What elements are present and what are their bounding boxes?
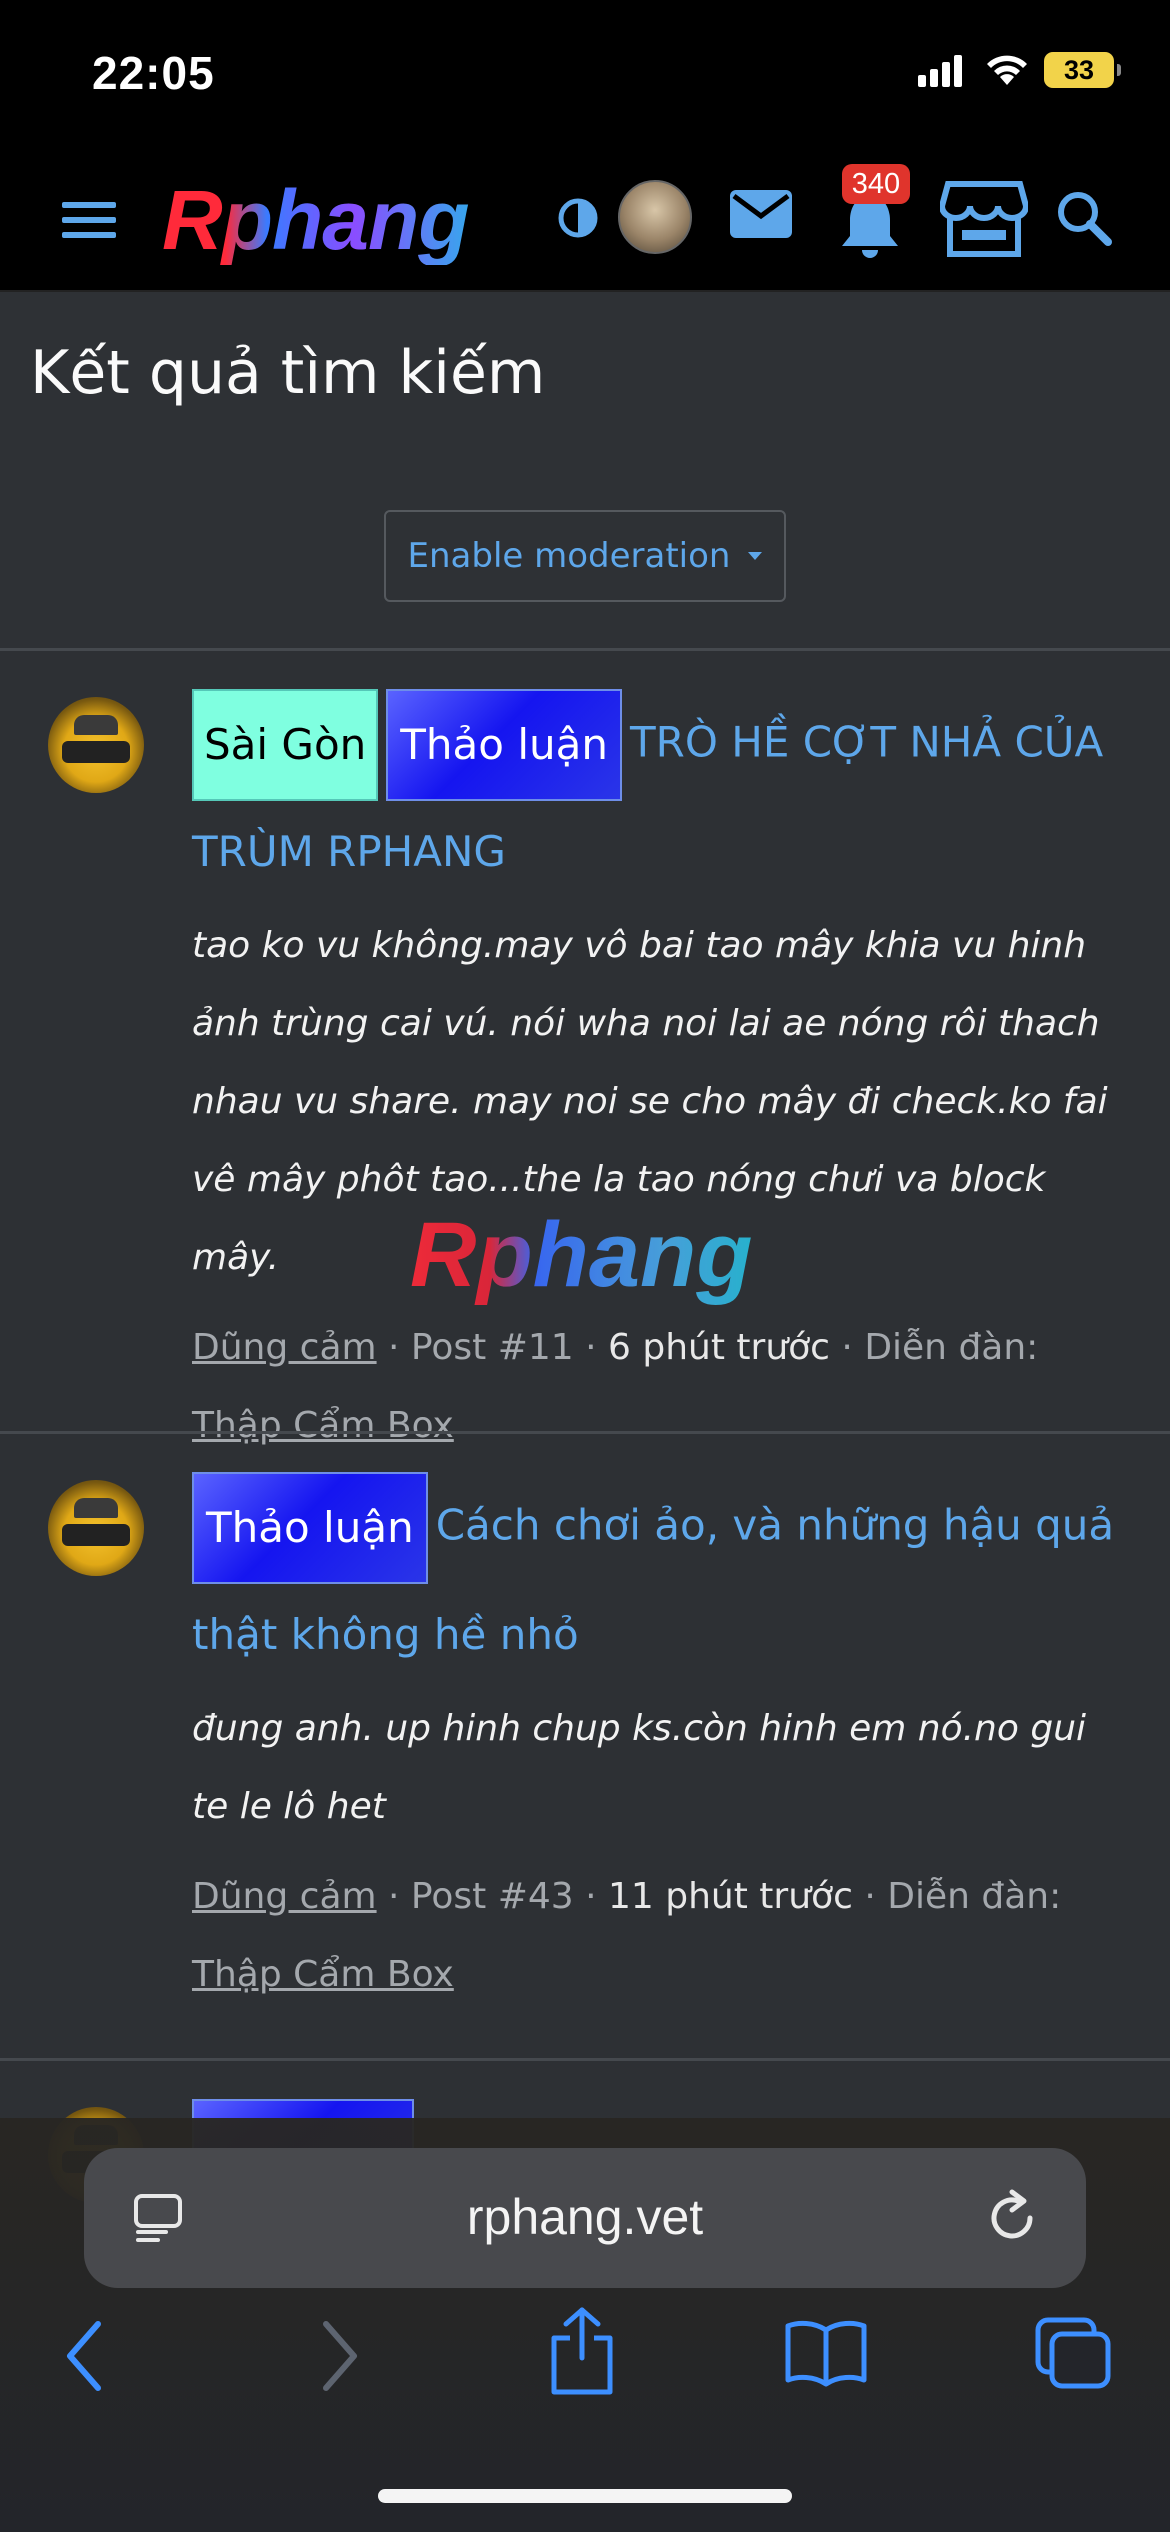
post-number: Post #11: [410, 1327, 574, 1368]
menu-icon[interactable]: [60, 196, 120, 244]
separator: ·: [585, 1327, 609, 1368]
result-snippet: tao ko vu không.may vô bai tao mây khia …: [192, 925, 1108, 1278]
post-number: Post #43: [410, 1876, 574, 1917]
wifi-icon: [987, 55, 1027, 85]
search-results: Sài Gòn Thảo luận TRÒ HỀ CỢT NHẢ CỦA TRÙM …: [0, 648, 1170, 2258]
separator: ·: [388, 1327, 411, 1368]
author-link[interactable]: Dũng cảm: [192, 1327, 377, 1368]
post-time: 6 phút trước: [608, 1327, 830, 1368]
tabs-icon[interactable]: [1034, 2316, 1114, 2392]
separator: ·: [864, 1876, 888, 1917]
battery-icon: 33: [1044, 52, 1121, 88]
forum-link[interactable]: Thập Cẩm Box: [192, 1954, 454, 1995]
battery-level: 33: [1063, 54, 1095, 85]
site-logo[interactable]: Rphang: [162, 175, 512, 265]
url-text[interactable]: rphang.vet: [84, 2188, 1086, 2246]
author-link[interactable]: Dũng cảm: [192, 1876, 377, 1917]
store-icon[interactable]: [940, 180, 1028, 260]
separator: ·: [585, 1876, 609, 1917]
author-avatar[interactable]: [48, 697, 144, 793]
forum-label: Diễn đàn:: [887, 1876, 1062, 1917]
result-title[interactable]: Thảo luận Cách chơi ảo, và những hậu quả …: [192, 1472, 1130, 1686]
search-icon[interactable]: [1054, 188, 1114, 248]
prefix-tag[interactable]: Thảo luận: [386, 689, 622, 801]
result-body: Thảo luận Cách chơi ảo, và những hậu quả …: [192, 1472, 1130, 2014]
notification-badge: 340: [842, 164, 910, 204]
post-time: 11 phút trước: [608, 1876, 853, 1917]
result-item: Sài Gòn Thảo luận TRÒ HỀ CỢT NHẢ CỦA TRÙM …: [0, 648, 1170, 1446]
mail-icon[interactable]: [728, 186, 794, 242]
site-header: Rphang 340: [0, 150, 1170, 292]
status-icons: 33: [918, 52, 1121, 88]
reload-icon[interactable]: [982, 2188, 1042, 2248]
home-indicator[interactable]: [378, 2489, 792, 2503]
caret-down-icon: [748, 552, 763, 560]
back-icon[interactable]: [58, 2318, 110, 2394]
page-title: Kết quả tìm kiếm: [30, 338, 546, 408]
author-avatar[interactable]: [48, 1480, 144, 1576]
forum-label: Diễn đàn:: [864, 1327, 1039, 1368]
status-time: 22:05: [92, 47, 215, 99]
share-icon[interactable]: [548, 2306, 616, 2396]
prefix-tag[interactable]: Thảo luận: [192, 1472, 428, 1584]
separator: ·: [841, 1327, 865, 1368]
enable-moderation-label: Enable moderation: [407, 536, 731, 576]
status-bar: 22:05 33: [0, 0, 1170, 150]
result-snippet: đung anh. up hinh chup ks.còn hinh em nó…: [192, 1708, 1087, 1827]
result-meta: Dũng cảm · Post #43 · 11 phút trước · Di…: [192, 1858, 1130, 2014]
result-title[interactable]: Sài Gòn Thảo luận TRÒ HỀ CỢT NHẢ CỦA TRÙM …: [192, 689, 1130, 903]
result-body: Sài Gòn Thảo luận TRÒ HỀ CỢT NHẢ CỦA TRÙM …: [192, 689, 1130, 1465]
browser-toolbar: rphang.vet: [0, 2118, 1170, 2532]
user-avatar[interactable]: [618, 180, 692, 254]
cellular-signal-icon: [918, 55, 962, 87]
enable-moderation-button[interactable]: Enable moderation: [384, 510, 786, 602]
theme-toggle-icon[interactable]: [556, 196, 600, 240]
result-item: Thảo luận Cách chơi ảo, và những hậu quả …: [0, 1431, 1170, 2058]
address-bar[interactable]: rphang.vet: [84, 2148, 1086, 2288]
bookmarks-icon[interactable]: [784, 2318, 868, 2388]
forward-icon[interactable]: [314, 2318, 366, 2394]
separator: ·: [388, 1876, 411, 1917]
prefix-tag[interactable]: Sài Gòn: [192, 689, 379, 801]
